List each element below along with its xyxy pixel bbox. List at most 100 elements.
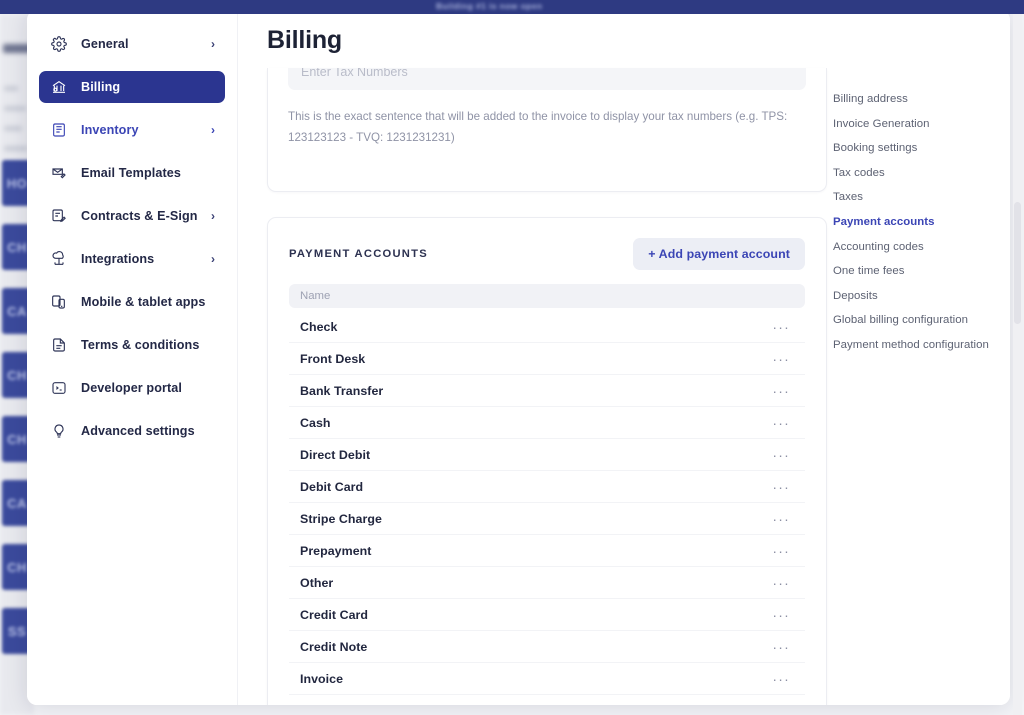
backdrop-line [4, 126, 22, 131]
row-overflow-menu-icon[interactable]: ··· [770, 476, 792, 498]
payment-account-name: Credit Note [300, 639, 368, 654]
sidebar-item-billing[interactable]: Billing [39, 71, 225, 103]
add-payment-account-button[interactable]: + Add payment account [633, 238, 805, 270]
row-overflow-menu-icon[interactable]: ··· [770, 444, 792, 466]
sidebar-item-label: Email Templates [81, 166, 181, 180]
table-row[interactable]: Prepayment ··· [289, 535, 805, 567]
anchor-link-taxes[interactable]: Taxes [833, 191, 1008, 203]
terminal-icon [50, 380, 67, 397]
page-scrollbar[interactable] [1013, 14, 1022, 715]
row-overflow-menu-icon[interactable]: ··· [770, 380, 792, 402]
row-overflow-menu-icon[interactable]: ··· [770, 636, 792, 658]
table-row[interactable]: Bank Transfer ··· [289, 375, 805, 407]
chevron-right-icon: › [211, 123, 215, 137]
payment-account-name: Invoice [300, 671, 344, 686]
document-icon [50, 337, 67, 354]
payment-accounts-title: PAYMENT ACCOUNTS [289, 248, 428, 260]
payment-account-name: Direct Debit [300, 447, 371, 462]
sidebar-item-inventory[interactable]: Inventory › [39, 114, 225, 146]
row-overflow-menu-icon[interactable]: ··· [770, 572, 792, 594]
sidebar-item-email-templates[interactable]: Email Templates [39, 157, 225, 189]
cloud-link-icon [50, 251, 67, 268]
payment-accounts-header: PAYMENT ACCOUNTS + Add payment account [289, 238, 805, 270]
lightbulb-icon [50, 423, 67, 440]
document-edit-icon [50, 208, 67, 225]
sidebar-item-general[interactable]: General › [39, 28, 225, 60]
sidebar-item-label: Advanced settings [81, 424, 195, 438]
backdrop-line [4, 146, 28, 151]
bank-icon [50, 79, 67, 96]
gear-icon [50, 36, 67, 53]
table-row[interactable]: Debit Card ··· [289, 471, 805, 503]
row-overflow-menu-icon[interactable]: ··· [770, 508, 792, 530]
chevron-right-icon: › [211, 252, 215, 266]
settings-modal: General › Billing Inventory › Email Templates… [27, 10, 1010, 705]
row-overflow-menu-icon[interactable]: ··· [770, 316, 792, 338]
top-status-strip: Building #1 is now open [0, 0, 1024, 14]
sidebar-item-mobile-tablet-apps[interactable]: Mobile & tablet apps [39, 286, 225, 318]
payment-account-name: Debit Card [300, 479, 364, 494]
sidebar-item-label: Inventory [81, 123, 139, 137]
row-overflow-menu-icon[interactable]: ··· [770, 668, 792, 690]
anchor-link-one-time-fees[interactable]: One time fees [833, 265, 1008, 277]
table-row[interactable]: Cash ··· [289, 407, 805, 439]
sidebar-item-terms-conditions[interactable]: Terms & conditions [39, 329, 225, 361]
payment-account-name: Front Desk [300, 351, 366, 366]
payment-account-name: Prepayment [300, 543, 372, 558]
payment-account-name: Bank Transfer [300, 383, 384, 398]
anchor-link-invoice-generation[interactable]: Invoice Generation [833, 118, 1008, 130]
row-overflow-menu-icon[interactable]: ··· [770, 540, 792, 562]
tax-numbers-help-text: This is the exact sentence that will be … [288, 110, 788, 145]
settings-content: Billing This is the exact sentence that … [238, 10, 1010, 705]
chevron-right-icon: › [211, 209, 215, 223]
payment-accounts-table-header: Name [289, 284, 805, 308]
anchor-link-payment-accounts[interactable]: Payment accounts [833, 216, 1008, 228]
sidebar-item-integrations[interactable]: Integrations › [39, 243, 225, 275]
table-row[interactable]: Invoice ··· [289, 663, 805, 695]
page-scrollbar-thumb[interactable] [1014, 202, 1021, 324]
payment-account-name: Check [300, 319, 338, 334]
envelope-edit-icon [50, 165, 67, 182]
row-overflow-menu-icon[interactable]: ··· [770, 348, 792, 370]
chevron-right-icon: › [211, 37, 215, 51]
payment-accounts-card: PAYMENT ACCOUNTS + Add payment account N… [267, 217, 827, 705]
table-row[interactable]: Direct Debit ··· [289, 439, 805, 471]
section-anchor-nav: Billing address Invoice Generation Booking… [833, 93, 1008, 364]
anchor-link-booking-settings[interactable]: Booking settings [833, 142, 1008, 154]
table-row[interactable]: Other ··· [289, 567, 805, 599]
backdrop-line [4, 106, 26, 111]
anchor-link-global-billing-configuration[interactable]: Global billing configuration [833, 314, 1008, 326]
settings-sidebar: General › Billing Inventory › Email Templates… [27, 10, 238, 705]
anchor-link-payment-method-configuration[interactable]: Payment method configuration [833, 339, 1008, 351]
anchor-link-tax-codes[interactable]: Tax codes [833, 167, 1008, 179]
table-row[interactable]: Credit Note ··· [289, 631, 805, 663]
inventory-icon [50, 122, 67, 139]
table-row[interactable]: Credit Card ··· [289, 599, 805, 631]
table-row[interactable]: Stripe Charge ··· [289, 503, 805, 535]
sidebar-item-contracts-e-sign[interactable]: Contracts & E-Sign › [39, 200, 225, 232]
anchor-link-billing-address[interactable]: Billing address [833, 93, 1008, 105]
column-header-name: Name [300, 290, 331, 302]
payment-account-name: Other [300, 575, 334, 590]
settings-cards-column: This is the exact sentence that will be … [267, 68, 827, 705]
row-overflow-menu-icon[interactable]: ··· [770, 412, 792, 434]
sidebar-item-developer-portal[interactable]: Developer portal [39, 372, 225, 404]
sidebar-item-label: Terms & conditions [81, 338, 200, 352]
anchor-link-deposits[interactable]: Deposits [833, 290, 1008, 302]
devices-icon [50, 294, 67, 311]
table-row[interactable]: Check ··· [289, 311, 805, 343]
sidebar-item-label: Contracts & E-Sign [81, 209, 198, 223]
sidebar-item-label: Mobile & tablet apps [81, 295, 206, 309]
tax-numbers-input[interactable] [288, 68, 806, 90]
payment-account-name: Stripe Charge [300, 511, 382, 526]
sidebar-item-label: Billing [81, 80, 121, 94]
sidebar-item-advanced-settings[interactable]: Advanced settings [39, 415, 225, 447]
tax-numbers-card: This is the exact sentence that will be … [267, 68, 827, 192]
payment-account-name: Cash [300, 415, 331, 430]
sidebar-item-label: Integrations [81, 252, 155, 266]
payment-accounts-table-body: Check ··· Front Desk ··· Bank Transfer ··· Cas… [289, 311, 805, 695]
row-overflow-menu-icon[interactable]: ··· [770, 604, 792, 626]
payment-account-name: Credit Card [300, 607, 369, 622]
anchor-link-accounting-codes[interactable]: Accounting codes [833, 241, 1008, 253]
table-row[interactable]: Front Desk ··· [289, 343, 805, 375]
